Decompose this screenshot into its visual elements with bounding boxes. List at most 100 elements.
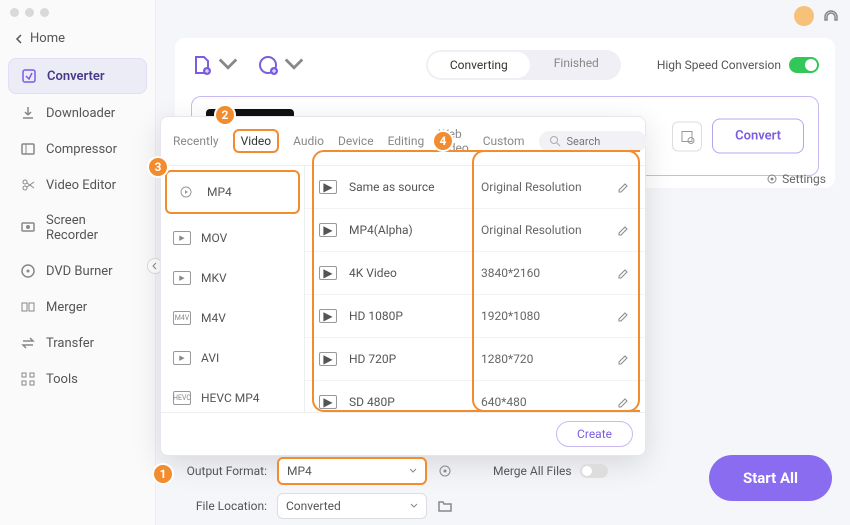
start-all-button[interactable]: Start All — [709, 455, 832, 501]
preset-name: Same as source — [349, 180, 469, 194]
sidebar-item-label: Transfer — [46, 336, 94, 351]
search-box[interactable] — [539, 131, 647, 152]
add-file-button[interactable] — [191, 54, 239, 76]
preset-row[interactable]: ▶SD 480P640*480 — [305, 381, 645, 412]
sidebar: Home Converter Downloader Compressor Vid… — [0, 0, 156, 525]
preset-row[interactable]: ▶MP4(Alpha)Original Resolution — [305, 209, 645, 252]
avatar[interactable] — [794, 6, 814, 26]
video-icon: ▶ — [319, 395, 337, 409]
edit-icon[interactable] — [617, 352, 631, 366]
video-format-icon: HEVC — [173, 391, 191, 405]
sidebar-item-converter[interactable]: Converter — [8, 58, 147, 94]
settings-link[interactable]: Settings — [766, 172, 826, 186]
sidebar-item-tools[interactable]: Tools — [8, 362, 147, 396]
file-location-value: Converted — [286, 499, 341, 513]
create-button[interactable]: Create — [556, 421, 633, 447]
sidebar-item-label: Downloader — [46, 106, 115, 121]
format-mp4[interactable]: MP4 — [165, 170, 300, 214]
sidebar-item-compressor[interactable]: Compressor — [8, 132, 147, 166]
convert-button[interactable]: Convert — [712, 119, 804, 154]
gear-icon[interactable] — [437, 463, 453, 479]
sidebar-item-dvd-burner[interactable]: DVD Burner — [8, 254, 147, 288]
format-mkv[interactable]: ▶MKV — [161, 258, 304, 298]
converter-icon — [21, 68, 37, 84]
file-settings-button[interactable] — [672, 121, 702, 151]
search-input[interactable] — [567, 135, 637, 148]
output-format-select[interactable]: MP4 — [277, 457, 427, 485]
compressor-icon — [20, 141, 36, 157]
maximize-dot[interactable] — [40, 8, 49, 17]
tab-editing[interactable]: Editing — [388, 134, 425, 148]
edit-icon[interactable] — [617, 180, 631, 194]
sidebar-item-label: Merger — [46, 300, 87, 315]
close-dot[interactable] — [10, 8, 19, 17]
preset-row[interactable]: ▶HD 1080P1920*1080 — [305, 295, 645, 338]
chevron-down-icon — [283, 54, 305, 76]
add-url-button[interactable] — [257, 54, 305, 76]
sidebar-item-transfer[interactable]: Transfer — [8, 326, 147, 360]
format-m4v[interactable]: M4VM4V — [161, 298, 304, 338]
scissors-icon — [20, 177, 36, 193]
main-toolbar: Converting Finished High Speed Conversio… — [191, 50, 819, 80]
tab-finished[interactable]: Finished — [532, 50, 621, 80]
format-mov[interactable]: ▶ MOV — [161, 218, 304, 258]
sidebar-item-label: Screen Recorder — [46, 213, 135, 243]
callout-4: 4 — [432, 130, 454, 152]
folder-icon[interactable] — [437, 498, 453, 514]
video-format-icon — [179, 185, 197, 199]
tab-recently[interactable]: Recently — [173, 134, 219, 148]
screen-recorder-icon — [20, 220, 36, 236]
edit-icon[interactable] — [617, 309, 631, 323]
chevron-left-icon — [151, 262, 159, 270]
video-format-icon: ▶ — [173, 231, 191, 245]
file-actions: Convert — [672, 119, 804, 154]
edit-icon[interactable] — [617, 395, 631, 409]
preset-resolution: Original Resolution — [481, 180, 605, 194]
sidebar-item-label: DVD Burner — [46, 264, 113, 279]
preset-resolution: 1280*720 — [481, 352, 605, 366]
minimize-dot[interactable] — [25, 8, 34, 17]
format-avi[interactable]: ▶AVI — [161, 338, 304, 378]
preset-row[interactable]: ▶Same as sourceOriginal Resolution — [305, 166, 645, 209]
preset-row[interactable]: ▶HD 720P1280*720 — [305, 338, 645, 381]
video-format-icon: ▶ — [173, 351, 191, 365]
transfer-icon — [20, 335, 36, 351]
tab-device[interactable]: Device — [338, 134, 374, 148]
video-icon: ▶ — [319, 223, 337, 237]
tab-custom[interactable]: Custom — [483, 134, 525, 148]
high-speed-toggle[interactable] — [789, 57, 819, 73]
popup-tabs: Recently Video Audio Device Editing Web … — [161, 117, 645, 166]
format-hevc-mp4[interactable]: HEVCHEVC MP4 — [161, 378, 304, 412]
tab-audio[interactable]: Audio — [293, 134, 324, 148]
tab-converting[interactable]: Converting — [428, 52, 530, 78]
preset-row[interactable]: ▶4K Video3840*2160 — [305, 252, 645, 295]
back-home[interactable]: Home — [0, 25, 155, 52]
gear-icon — [679, 128, 695, 144]
output-format-value: MP4 — [287, 464, 312, 478]
sidebar-item-downloader[interactable]: Downloader — [8, 96, 147, 130]
preset-resolution: 1920*1080 — [481, 309, 605, 323]
video-icon: ▶ — [319, 309, 337, 323]
preset-list: ▶ Same as source Original Resolution ▶MP4(… — [305, 166, 645, 412]
preset-name: SD 480P — [349, 395, 469, 409]
settings-label: Settings — [782, 172, 826, 186]
merge-toggle[interactable] — [580, 464, 608, 478]
file-location-label: File Location: — [175, 499, 267, 513]
edit-icon[interactable] — [617, 266, 631, 280]
chevron-down-icon — [217, 54, 239, 76]
support-icon[interactable] — [822, 7, 840, 25]
preset-resolution: Original Resolution — [481, 223, 605, 237]
sidebar-item-label: Compressor — [46, 142, 117, 157]
edit-icon[interactable] — [617, 223, 631, 237]
search-icon — [549, 135, 561, 147]
format-label: MP4 — [207, 185, 232, 199]
sidebar-item-screen-recorder[interactable]: Screen Recorder — [8, 204, 147, 252]
nav-list: Converter Downloader Compressor Video Ed… — [0, 52, 155, 404]
sidebar-item-video-editor[interactable]: Video Editor — [8, 168, 147, 202]
sidebar-item-merger[interactable]: Merger — [8, 290, 147, 324]
file-location-select[interactable]: Converted — [277, 493, 427, 519]
format-label: MOV — [201, 231, 227, 245]
callout-3: 3 — [147, 156, 169, 178]
tab-video[interactable]: Video — [233, 129, 280, 153]
home-label: Home — [30, 31, 65, 46]
